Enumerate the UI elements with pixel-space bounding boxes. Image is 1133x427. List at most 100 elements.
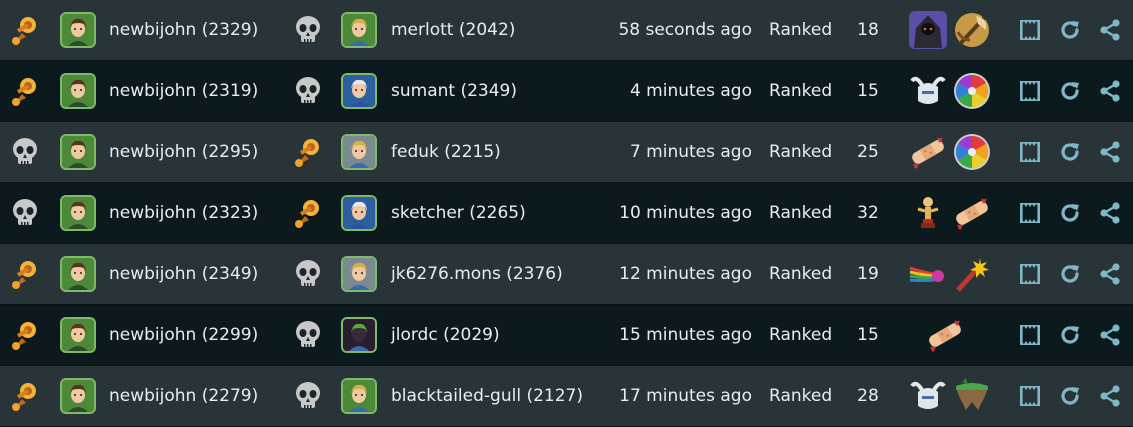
avatar[interactable] — [60, 256, 96, 292]
view-replay-icon[interactable] — [1016, 122, 1044, 182]
horned-helmet-icon — [908, 61, 948, 121]
trophy-statue-icon — [908, 183, 948, 243]
rematch-refresh-icon[interactable] — [1056, 122, 1084, 182]
skull-icon — [288, 61, 328, 121]
game-row[interactable]: newbijohn (2279) blacktailed-gull (2127)… — [0, 366, 1133, 427]
avatar[interactable] — [341, 256, 377, 292]
player1-name[interactable]: newbijohn (2319) — [109, 61, 258, 121]
turn-count: 18 — [857, 20, 879, 40]
share-icon[interactable] — [1096, 122, 1124, 182]
share-icon[interactable] — [1096, 305, 1124, 365]
avatar[interactable] — [60, 195, 96, 231]
share-icon[interactable] — [1096, 0, 1124, 60]
game-time: 58 seconds ago — [618, 20, 752, 40]
fireworks-icon — [952, 244, 992, 304]
share-icon[interactable] — [1096, 366, 1124, 426]
view-replay-icon[interactable] — [1016, 244, 1044, 304]
rematch-refresh-icon[interactable] — [1056, 183, 1084, 243]
game-mode: Ranked — [769, 325, 833, 345]
turn-count: 15 — [857, 81, 879, 101]
avatar[interactable] — [341, 73, 377, 109]
avatar[interactable] — [341, 12, 377, 48]
winner-icon — [288, 183, 328, 243]
game-row[interactable]: newbijohn (2295) feduk (2215) 7 minutes … — [0, 122, 1133, 183]
avatar[interactable] — [341, 195, 377, 231]
horned-helmet-icon — [908, 366, 948, 426]
rematch-refresh-icon[interactable] — [1056, 366, 1084, 426]
rematch-refresh-icon[interactable] — [1056, 244, 1084, 304]
floating-island-icon — [952, 366, 992, 426]
game-row[interactable]: newbijohn (2323) sketcher (2265) 10 minu… — [0, 183, 1133, 244]
player1-name[interactable]: newbijohn (2295) — [109, 122, 258, 182]
game-mode: Ranked — [769, 203, 833, 223]
turn-count: 15 — [857, 325, 879, 345]
skull-icon — [288, 305, 328, 365]
hooded-figure-icon — [908, 0, 948, 60]
avatar[interactable] — [60, 73, 96, 109]
game-time: 4 minutes ago — [629, 81, 752, 101]
skull-icon — [288, 0, 328, 60]
game-time: 15 minutes ago — [619, 325, 752, 345]
game-row[interactable]: newbijohn (2299) jlordc (2029) 15 minute… — [0, 305, 1133, 366]
avatar[interactable] — [60, 317, 96, 353]
rematch-refresh-icon[interactable] — [1056, 0, 1084, 60]
player2-name[interactable]: blacktailed-gull (2127) — [391, 366, 583, 426]
skull-icon — [5, 183, 45, 243]
winner-icon — [5, 61, 45, 121]
skull-icon — [288, 366, 328, 426]
winner-icon — [5, 0, 45, 60]
view-replay-icon[interactable] — [1016, 183, 1044, 243]
game-mode: Ranked — [769, 81, 833, 101]
bandage-icon — [925, 305, 965, 365]
share-icon[interactable] — [1096, 183, 1124, 243]
turn-count: 25 — [857, 142, 879, 162]
view-replay-icon[interactable] — [1016, 0, 1044, 60]
game-mode: Ranked — [769, 264, 833, 284]
winner-icon — [5, 244, 45, 304]
player2-name[interactable]: feduk (2215) — [391, 122, 501, 182]
winner-icon — [5, 305, 45, 365]
player2-name[interactable]: jk6276.mons (2376) — [391, 244, 563, 304]
color-wheel-icon — [952, 61, 992, 121]
game-mode: Ranked — [769, 142, 833, 162]
player2-name[interactable]: merlott (2042) — [391, 0, 515, 60]
share-icon[interactable] — [1096, 61, 1124, 121]
avatar[interactable] — [341, 317, 377, 353]
game-time: 7 minutes ago — [629, 142, 752, 162]
rematch-refresh-icon[interactable] — [1056, 61, 1084, 121]
winner-icon — [5, 366, 45, 426]
player1-name[interactable]: newbijohn (2323) — [109, 183, 258, 243]
player1-name[interactable]: newbijohn (2299) — [109, 305, 258, 365]
player2-name[interactable]: sketcher (2265) — [391, 183, 526, 243]
avatar[interactable] — [60, 134, 96, 170]
player1-name[interactable]: newbijohn (2349) — [109, 244, 258, 304]
skull-icon — [288, 244, 328, 304]
player2-name[interactable]: sumant (2349) — [391, 61, 517, 121]
share-icon[interactable] — [1096, 244, 1124, 304]
game-row[interactable]: newbijohn (2329) merlott (2042) 58 secon… — [0, 0, 1133, 61]
game-row[interactable]: newbijohn (2319) sumant (2349) 4 minutes… — [0, 61, 1133, 122]
color-wheel-icon — [952, 122, 992, 182]
bandage-icon — [908, 122, 948, 182]
avatar[interactable] — [341, 378, 377, 414]
view-replay-icon[interactable] — [1016, 305, 1044, 365]
game-mode: Ranked — [769, 386, 833, 406]
player1-name[interactable]: newbijohn (2329) — [109, 0, 258, 60]
turn-count: 19 — [857, 264, 879, 284]
turn-count: 28 — [857, 386, 879, 406]
view-replay-icon[interactable] — [1016, 366, 1044, 426]
skull-icon — [5, 122, 45, 182]
player1-name[interactable]: newbijohn (2279) — [109, 366, 258, 426]
avatar[interactable] — [60, 378, 96, 414]
bandage-icon — [952, 183, 992, 243]
rematch-refresh-icon[interactable] — [1056, 305, 1084, 365]
avatar[interactable] — [60, 12, 96, 48]
game-row[interactable]: newbijohn (2349) jk6276.mons (2376) 12 m… — [0, 244, 1133, 305]
avatar[interactable] — [341, 134, 377, 170]
crossed-axe-icon — [952, 0, 992, 60]
game-mode: Ranked — [769, 20, 833, 40]
player2-name[interactable]: jlordc (2029) — [391, 305, 500, 365]
game-history-table: newbijohn (2329) merlott (2042) 58 secon… — [0, 0, 1133, 427]
turn-count: 32 — [857, 203, 879, 223]
view-replay-icon[interactable] — [1016, 61, 1044, 121]
